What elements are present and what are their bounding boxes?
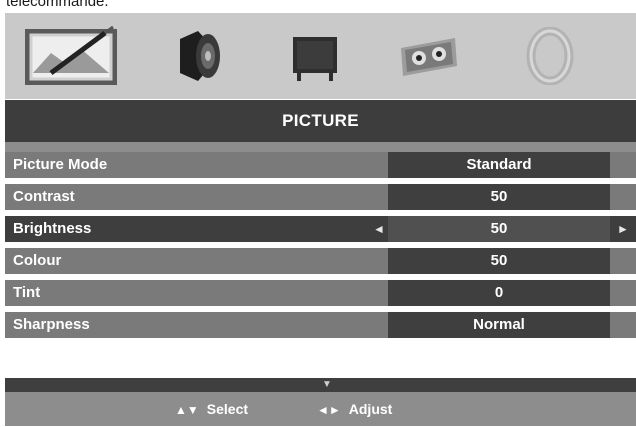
menu-row-sharpness[interactable]: Sharpness Normal: [5, 312, 636, 338]
menu-row-colour[interactable]: Colour 50: [5, 248, 636, 274]
row-label: Contrast: [13, 188, 75, 205]
page-caption: telecommande.: [6, 0, 109, 10]
decrease-arrow-icon[interactable]: ◄: [373, 216, 385, 242]
help-footer: ▲▼ Select ◄► Adjust: [5, 392, 636, 426]
picture-icon[interactable]: [15, 13, 127, 99]
menu-icon-bar: [5, 13, 636, 99]
row-value[interactable]: Normal: [388, 312, 610, 338]
left-right-arrows-icon: ◄►: [317, 403, 341, 417]
sound-icon[interactable]: [165, 13, 235, 99]
row-value[interactable]: Standard: [388, 152, 610, 178]
menu-row-brightness[interactable]: Brightness ◄ 50 ►: [5, 216, 636, 242]
scroll-more-indicator[interactable]: ▼: [5, 378, 636, 392]
row-label: Picture Mode: [13, 156, 108, 173]
page-title: PICTURE: [5, 100, 636, 142]
setup-icon[interactable]: [515, 13, 585, 99]
row-label: Sharpness: [13, 316, 90, 333]
row-label: Tint: [13, 284, 41, 301]
row-value[interactable]: 50: [388, 184, 610, 210]
select-hint-label: Select: [206, 401, 249, 417]
row-label: Brightness: [13, 220, 92, 237]
settings-list: Picture Mode Standard Contrast 50 Bright…: [5, 152, 636, 344]
menu-row-picture-mode[interactable]: Picture Mode Standard: [5, 152, 636, 178]
up-down-arrows-icon: ▲▼: [175, 403, 199, 417]
features-icon[interactable]: [388, 13, 468, 99]
menu-row-contrast[interactable]: Contrast 50: [5, 184, 636, 210]
adjust-hint-label: Adjust: [348, 401, 393, 417]
increase-arrow-icon[interactable]: ►: [617, 216, 629, 242]
adjust-hint: ◄► Adjust: [317, 392, 392, 426]
row-label: Colour: [13, 252, 62, 269]
select-hint: ▲▼ Select: [175, 392, 248, 426]
divider: [5, 142, 636, 152]
scroll-down-icon: ▼: [322, 379, 332, 390]
row-value[interactable]: 0: [388, 280, 610, 306]
row-value[interactable]: 50: [388, 216, 610, 242]
row-value[interactable]: 50: [388, 248, 610, 274]
menu-row-tint[interactable]: Tint 0: [5, 280, 636, 306]
screen-icon[interactable]: [280, 13, 350, 99]
